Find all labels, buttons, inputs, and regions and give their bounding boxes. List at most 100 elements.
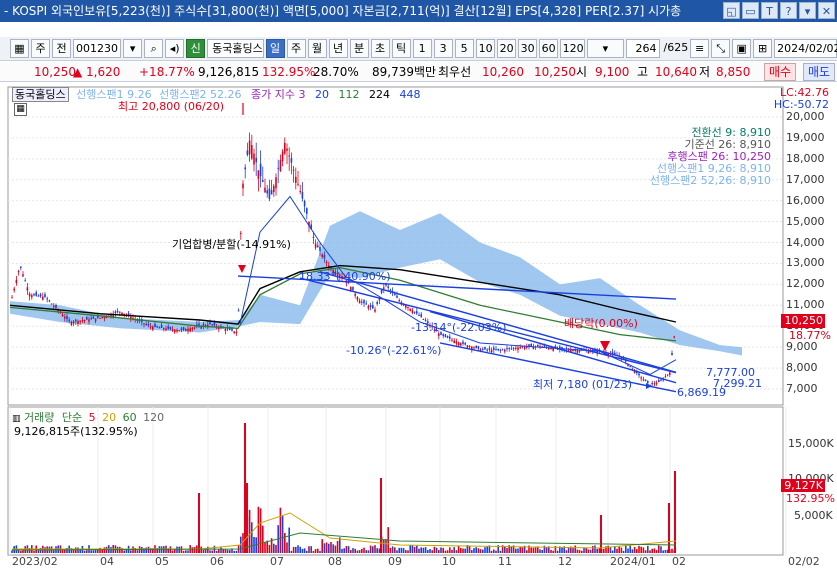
candle-body: [666, 374, 669, 376]
candle-body: [671, 352, 673, 356]
candle-body: [629, 366, 631, 368]
price-axis-label: 7,000: [786, 382, 818, 395]
interval-10[interactable]: 10: [475, 39, 495, 58]
candle-body: [257, 170, 260, 179]
interval-5[interactable]: 5: [454, 39, 474, 58]
candle-body: [20, 266, 22, 268]
type-select[interactable]: 주: [31, 39, 50, 58]
period-tick-tab[interactable]: 틱: [391, 39, 411, 58]
volume-bar: [259, 508, 262, 553]
date-input[interactable]: 2024/02/02: [774, 39, 837, 58]
legend-stock-name[interactable]: 동국홀딩스: [12, 87, 69, 102]
volume-bar: [394, 547, 396, 553]
prev-button[interactable]: 전: [52, 39, 71, 58]
search-icon[interactable]: ⌕: [144, 39, 164, 58]
interval-20[interactable]: 20: [496, 39, 516, 58]
candle-body: [154, 323, 156, 327]
candle-body: [174, 329, 176, 333]
volume-bar: [334, 545, 337, 553]
volume-bar: [187, 550, 189, 553]
period-year-tab[interactable]: 년: [328, 39, 348, 58]
volume-bar: [416, 545, 418, 553]
candle-body: [367, 305, 370, 309]
candle-body: [383, 287, 385, 289]
zoom-icon[interactable]: ⊞: [753, 39, 773, 58]
stock-info-text: - KOSPI 외국인보유[5,223(천)] 주식수[31,800(천)] 액…: [4, 4, 682, 18]
candle-body: [658, 380, 660, 383]
candle-body: [22, 274, 24, 277]
volume-bar: [482, 549, 484, 553]
save-icon[interactable]: ▣: [732, 39, 752, 58]
candle-body: [673, 336, 675, 338]
menu-grid-icon[interactable]: ▦: [10, 39, 29, 58]
period-week-tab[interactable]: 주: [286, 39, 306, 58]
volume-bar: [460, 548, 462, 553]
volume-spike: [246, 483, 248, 553]
volume-bar: [633, 546, 636, 553]
volume-bar: [332, 544, 334, 553]
interval-30[interactable]: 30: [517, 39, 537, 58]
volume-bar: [468, 546, 471, 553]
volume-bar: [367, 550, 370, 553]
stock-name-field[interactable]: 동국홀딩스: [207, 39, 264, 58]
help-icon[interactable]: ?: [780, 2, 797, 19]
candle-body: [576, 350, 579, 353]
open-label: 시: [576, 65, 588, 79]
table-icon[interactable]: ▦: [14, 103, 27, 116]
stock-code-input[interactable]: 001230: [73, 39, 122, 58]
period-day-tab[interactable]: 일: [265, 39, 285, 58]
count-input[interactable]: 264: [626, 39, 660, 58]
candle-body: [284, 142, 286, 154]
volume-bar: [475, 547, 477, 553]
trend-angle-2: -13.14°(-22.03%): [411, 321, 507, 334]
interval-1[interactable]: 1: [412, 39, 432, 58]
candle-body: [240, 232, 242, 234]
low-label: 저: [699, 65, 711, 79]
close-icon[interactable]: ✕: [818, 2, 835, 19]
volume-ma120: 120: [143, 411, 165, 424]
candle-body: [669, 372, 671, 375]
volume-bar: [356, 550, 359, 553]
candle-body: [75, 319, 77, 322]
dropdown-icon[interactable]: ▾: [799, 2, 816, 19]
volume-bar: [550, 549, 552, 553]
volume-bar: [418, 548, 420, 553]
candle-body: [420, 314, 422, 317]
window-icon[interactable]: ◱: [723, 2, 740, 19]
code-dropdown-icon[interactable]: ▾: [123, 39, 143, 58]
volume-bar: [526, 550, 528, 553]
buy-button[interactable]: 매수: [764, 63, 797, 81]
restore-icon[interactable]: ▭: [742, 2, 759, 19]
period-month-tab[interactable]: 월: [307, 39, 327, 58]
interval-120[interactable]: 120: [559, 39, 585, 58]
candle-body: [372, 305, 374, 309]
candle-body: [361, 301, 363, 303]
volume-bar: [420, 547, 422, 553]
volume-bar: [618, 546, 620, 553]
volume-bar: [204, 549, 207, 553]
interval-3[interactable]: 3: [433, 39, 453, 58]
volume-bar: [273, 543, 275, 553]
volume-bar: [396, 550, 398, 553]
candle-body: [642, 379, 645, 381]
chart-area[interactable]: 동국홀딩스 선행스팬1 9.26 선행스팬2 52.26 종가 지수 3 20 …: [0, 83, 837, 568]
candle-body: [235, 332, 238, 334]
interval-select[interactable]: ▾: [586, 39, 624, 58]
period-second-tab[interactable]: 초: [370, 39, 390, 58]
draw-tool-icon[interactable]: ⤡: [711, 39, 731, 58]
font-icon[interactable]: T: [761, 2, 778, 19]
candle-body: [449, 336, 451, 339]
sell-button[interactable]: 매도: [803, 63, 836, 81]
candle-body: [477, 346, 480, 349]
period-minute-tab[interactable]: 분: [349, 39, 369, 58]
volume-bar: [541, 550, 543, 553]
sound-icon[interactable]: ◂): [165, 39, 185, 58]
volume-bar: [301, 548, 304, 553]
candle-body: [631, 367, 634, 369]
candle-body: [468, 345, 471, 347]
volume-bar: [378, 548, 381, 553]
interval-60[interactable]: 60: [538, 39, 558, 58]
volume-bar: [622, 550, 625, 553]
chart-settings-icon[interactable]: ≡: [690, 39, 710, 58]
volume-axis-15000: 15,000K: [788, 437, 834, 450]
